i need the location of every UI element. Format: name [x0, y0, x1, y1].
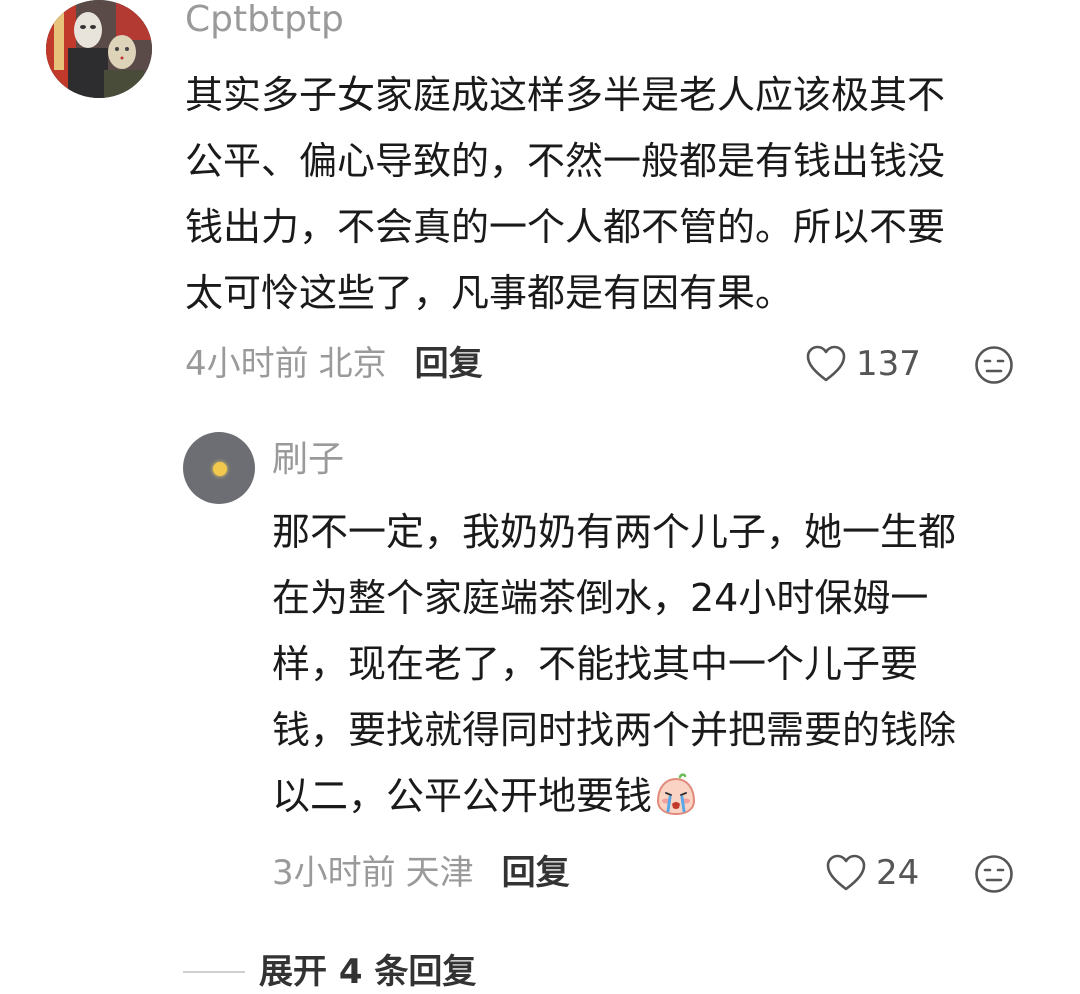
avatar[interactable] [46, 0, 152, 98]
timestamp: 4小时前 [185, 344, 309, 384]
heart-outline-icon [826, 854, 866, 891]
like-button[interactable]: 137 [806, 342, 921, 386]
reply-button[interactable]: 回复 [502, 853, 570, 893]
location: 天津 [405, 853, 474, 893]
comment-meta: 4小时前 北京 回复 [185, 342, 483, 386]
reply-text-line: 那不一定，我奶奶有两个儿子，她一生都 [272, 510, 957, 554]
reply-button[interactable]: 回复 [415, 344, 483, 384]
reply-text: 那不一定，我奶奶有两个儿子，她一生都 在为整个家庭端茶倒水，24小时保姆一 样，… [272, 499, 1052, 829]
comment-text-line: 公平、偏心导致的，不然一般都是有钱出钱没 [185, 139, 946, 183]
username[interactable]: 刷子 [272, 438, 344, 482]
comment-text: 其实多子女家庭成这样多半是老人应该极其不 公平、偏心导致的，不然一般都是有钱出钱… [185, 62, 1045, 326]
like-button[interactable]: 24 [826, 851, 919, 895]
comment-text-line: 太可怜这些了，凡事都是有因有果。 [185, 271, 794, 315]
reply-text-line: 以二，公平公开地要钱 [272, 774, 653, 818]
like-count: 24 [876, 853, 920, 893]
reply-text-line: 样，现在老了，不能找其中一个儿子要 [272, 642, 919, 686]
expand-replies-button[interactable]: 展开 4 条回复 [183, 950, 476, 994]
like-count: 137 [856, 344, 921, 384]
dislike-button[interactable] [974, 345, 1014, 385]
reply-text-line: 在为整个家庭端茶倒水，24小时保姆一 [272, 576, 929, 620]
neutral-face-icon [975, 855, 1013, 893]
reply-text-line-last: 以二，公平公开地要钱 [272, 763, 1052, 829]
masked-figures-avatar-icon [46, 0, 152, 98]
sun-icon [213, 462, 227, 476]
reply-meta: 3小时前 天津 回复 [272, 851, 570, 895]
avatar[interactable] [183, 432, 255, 504]
username[interactable]: Cptbtptp [185, 0, 344, 42]
timestamp: 3小时前 [272, 853, 396, 893]
crying-face-emoji-icon [654, 771, 698, 816]
comment-text-line: 钱出力，不会真的一个人都不管的。所以不要 [185, 205, 946, 249]
heart-outline-icon [806, 345, 846, 382]
comment-text-line: 其实多子女家庭成这样多半是老人应该极其不 [185, 73, 946, 117]
location: 北京 [318, 344, 387, 384]
reply-text-line: 钱，要找就得同时找两个并把需要的钱除 [272, 708, 957, 752]
expand-replies-label: 展开 4 条回复 [259, 952, 477, 992]
divider [183, 971, 245, 973]
neutral-face-icon [975, 346, 1013, 384]
dislike-button[interactable] [974, 854, 1014, 894]
